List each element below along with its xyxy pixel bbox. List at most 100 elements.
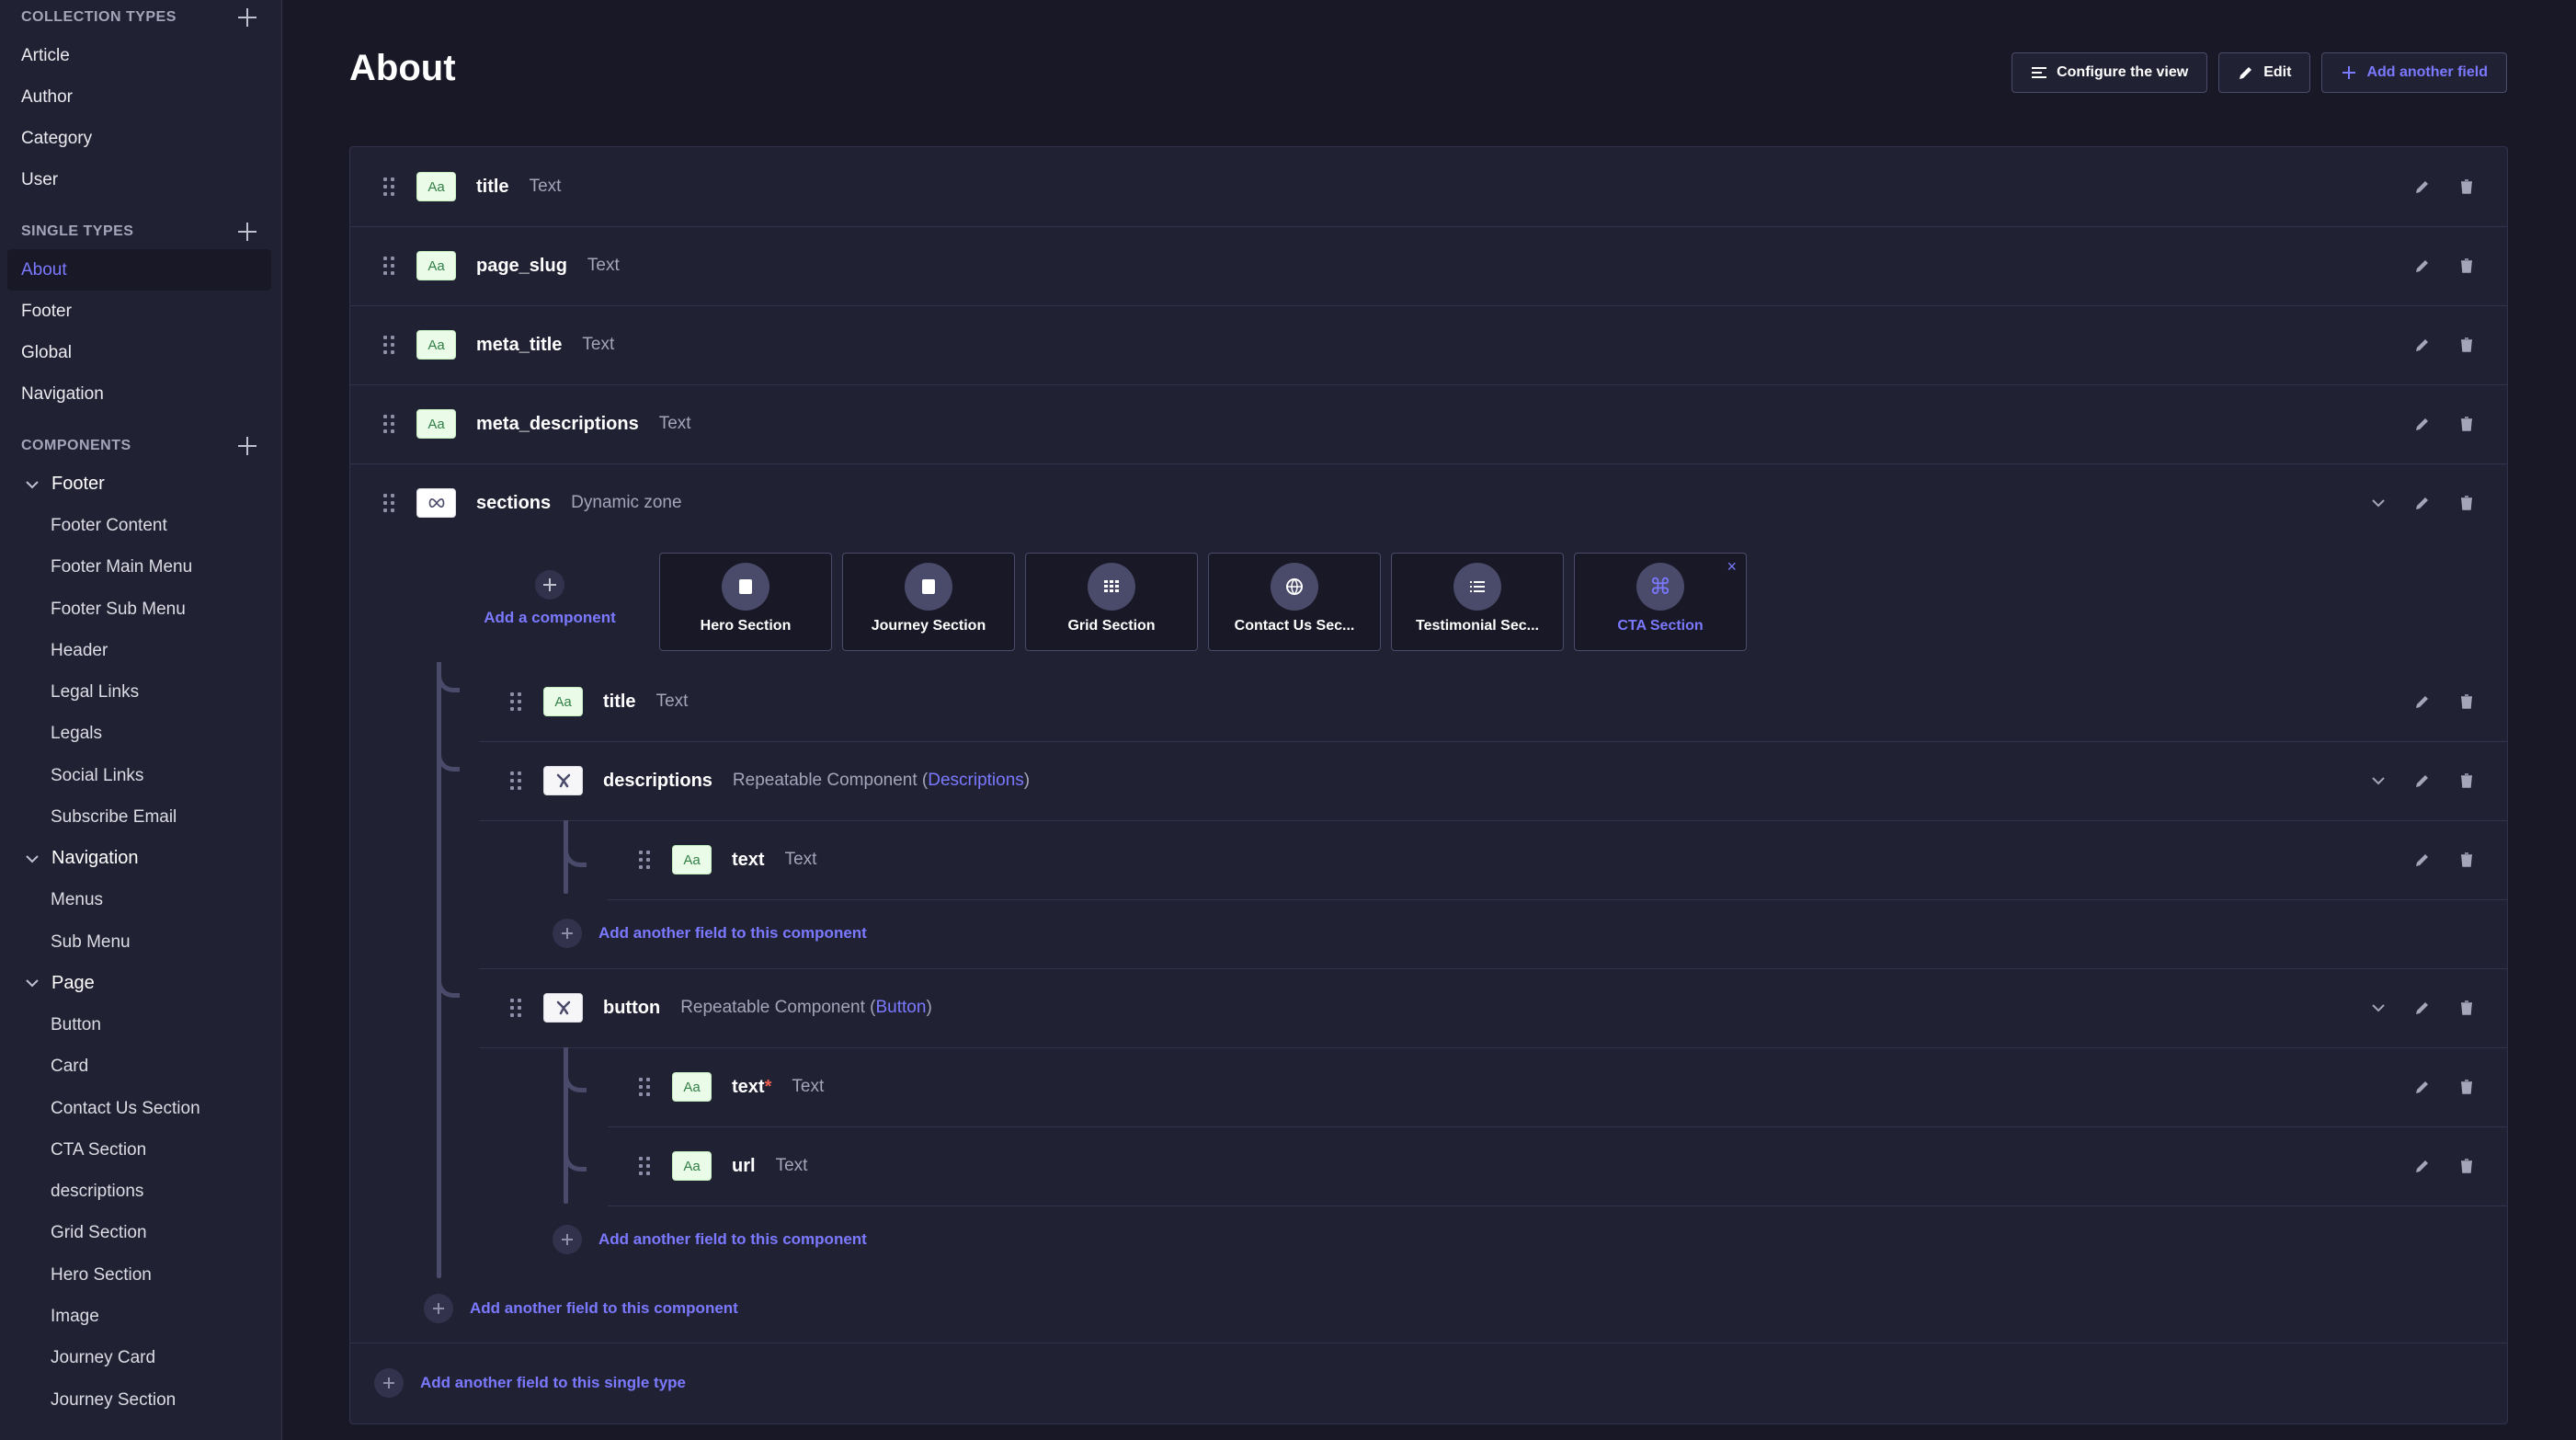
trash-icon[interactable] [2457,771,2476,790]
component-item[interactable]: Contact Us Section [0,1088,281,1129]
component-item[interactable]: Subscribe Email [0,796,281,838]
trash-icon[interactable] [2457,494,2476,512]
sidebar-item-navigation[interactable]: Navigation [7,373,271,415]
trash-icon[interactable] [2457,1078,2476,1096]
add-component-icon[interactable] [237,436,257,456]
component-item[interactable]: Card [0,1046,281,1087]
component-item[interactable]: Footer Main Menu [0,546,281,588]
component-tile-grid[interactable]: Grid Section [1025,553,1198,651]
component-tile-journey[interactable]: Journey Section [842,553,1015,651]
component-item[interactable]: Legals [0,713,281,754]
component-link[interactable]: Descriptions [928,771,1024,790]
add-field-to-single-type-button[interactable]: Add another field to this single type [374,1368,686,1398]
component-item[interactable]: Grid Section [0,1212,281,1253]
pencil-icon[interactable] [2413,1078,2432,1096]
field-type: Text [784,850,817,869]
component-item[interactable]: Journey Card [0,1337,281,1378]
pencil-icon[interactable] [2413,494,2432,512]
chevron-down-icon[interactable] [2369,494,2388,512]
edit-button[interactable]: Edit [2218,52,2311,93]
infinity-icon [416,488,456,518]
grid-icon [1088,563,1135,611]
component-group-footer[interactable]: Footer [0,463,281,505]
trash-icon[interactable] [2457,1157,2476,1175]
drag-handle-icon[interactable] [510,999,523,1017]
add-field-to-component-button[interactable]: Add another field to this component [553,919,867,948]
sidebar-item-global[interactable]: Global [7,332,271,373]
field-row: Aa title Text [350,147,2507,227]
row-actions [2369,999,2476,1017]
drag-handle-icon[interactable] [510,692,523,711]
add-field-to-component-button[interactable]: Add another field to this component [553,1225,867,1254]
component-item[interactable]: Social Links [0,755,281,796]
sidebar-item-category[interactable]: Category [7,118,271,159]
fields-list: Aa title Text Aa page_slug Text Aa meta_… [349,146,2508,1424]
add-component-button[interactable]: Add a component [481,570,619,662]
component-tile-hero[interactable]: Hero Section [659,553,832,651]
pencil-icon[interactable] [2413,177,2432,196]
sidebar-item-author[interactable]: Author [7,76,271,118]
drag-handle-icon[interactable] [383,177,396,196]
component-group-navigation[interactable]: Navigation [0,838,281,879]
sidebar-item-user[interactable]: User [7,159,271,200]
tree-connector [564,1126,587,1171]
main-content: About Configure the view Edit Add anothe… [281,0,2576,1440]
component-link[interactable]: Button [876,998,927,1017]
component-item[interactable]: Menus [0,879,281,920]
drag-handle-icon[interactable] [639,1078,652,1096]
component-tile-cta[interactable]: × ⌘ CTA Section [1574,553,1747,651]
component-item[interactable]: Image [0,1296,281,1337]
sidebar-item-article[interactable]: Article [7,35,271,76]
pencil-icon[interactable] [2413,771,2432,790]
drag-handle-icon[interactable] [383,257,396,275]
add-another-field-button[interactable]: Add another field [2321,52,2507,93]
component-item[interactable]: CTA Section [0,1129,281,1171]
drag-handle-icon[interactable] [383,494,396,512]
component-item[interactable]: Button [0,1004,281,1046]
component-item[interactable]: Footer Sub Menu [0,589,281,630]
drag-handle-icon[interactable] [639,851,652,869]
collection-types-header: COLLECTION TYPES [0,0,281,35]
sidebar-item-about[interactable]: About [7,249,271,291]
pencil-icon[interactable] [2413,999,2432,1017]
trash-icon[interactable] [2457,999,2476,1017]
trash-icon[interactable] [2457,692,2476,711]
drag-handle-icon[interactable] [510,771,523,790]
row-actions [2413,336,2476,354]
trash-icon[interactable] [2457,415,2476,433]
drag-handle-icon[interactable] [639,1157,652,1175]
trash-icon[interactable] [2457,177,2476,196]
pencil-icon[interactable] [2413,336,2432,354]
field-row: Aa url Text [608,1126,2507,1206]
drag-handle-icon[interactable] [383,336,396,354]
chevron-down-icon[interactable] [2369,771,2388,790]
trash-icon[interactable] [2457,851,2476,869]
add-collection-type-icon[interactable] [237,7,257,28]
sidebar-item-footer[interactable]: Footer [7,291,271,332]
component-item[interactable]: descriptions [0,1171,281,1212]
pencil-icon[interactable] [2413,1157,2432,1175]
configure-view-button[interactable]: Configure the view [2012,52,2208,93]
component-item[interactable]: Sub Menu [0,921,281,963]
add-single-type-icon[interactable] [237,222,257,242]
pencil-icon[interactable] [2413,692,2432,711]
drag-handle-icon[interactable] [383,415,396,433]
component-tile-contact[interactable]: Contact Us Sec... [1208,553,1381,651]
chevron-down-icon[interactable] [2369,999,2388,1017]
component-item[interactable]: Header [0,630,281,671]
add-field-to-dynamic-zone-button[interactable]: Add another field to this component [424,1294,738,1323]
component-item[interactable]: Legal Links [0,671,281,713]
trash-icon[interactable] [2457,336,2476,354]
component-item[interactable]: Hero Section [0,1254,281,1296]
command-icon: ⌘ [1636,563,1684,611]
component-group-page[interactable]: Page [0,963,281,1004]
pencil-icon[interactable] [2413,851,2432,869]
close-icon[interactable]: × [1727,557,1737,577]
component-tile-testimonial[interactable]: Testimonial Sec... [1391,553,1564,651]
component-item[interactable]: Footer Content [0,505,281,546]
pencil-icon[interactable] [2413,257,2432,275]
group-label: Navigation [51,848,139,869]
component-item[interactable]: Journey Section [0,1379,281,1421]
pencil-icon[interactable] [2413,415,2432,433]
trash-icon[interactable] [2457,257,2476,275]
